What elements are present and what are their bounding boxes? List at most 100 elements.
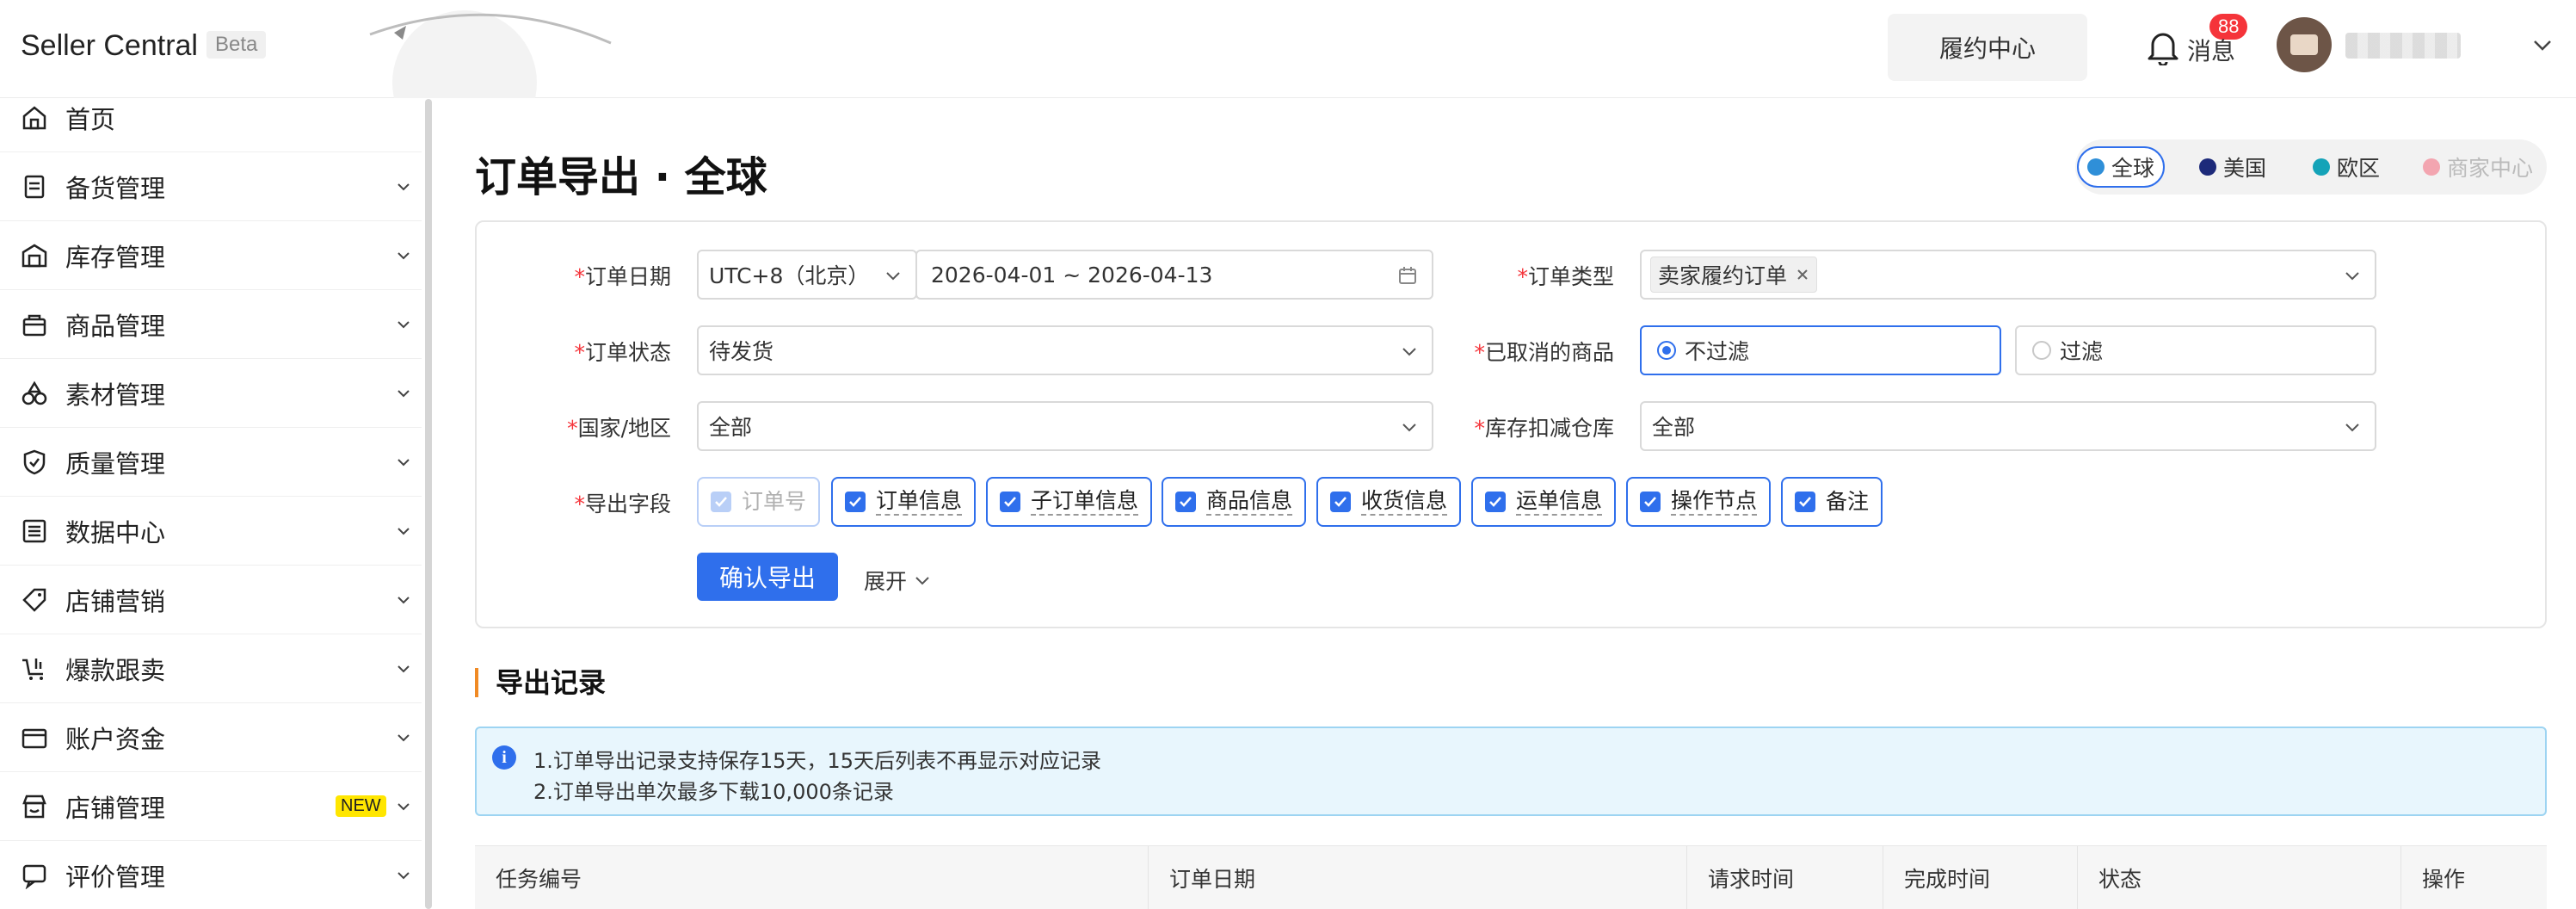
chevron-down-icon[interactable] [2531, 34, 2554, 57]
export-field-checkbox[interactable]: 操作节点 [1626, 477, 1772, 527]
sidebar: 首页 备货管理 库存管理 商品管理 素材管理 质量管理 数据中心 店铺营销 爆款… [0, 99, 434, 909]
store-icon [22, 795, 46, 818]
export-field-checkbox[interactable]: 备注 [1781, 477, 1883, 527]
order-status-value: 待发货 [709, 339, 774, 364]
export-field-checkbox[interactable]: 商品信息 [1162, 477, 1307, 527]
export-field-checkbox[interactable]: 子订单信息 [986, 477, 1153, 527]
info-notice: i 1.订单导出记录支持保存15天，15天后列表不再显示对应记录 2.订单导出单… [475, 727, 2547, 816]
confirm-export-button[interactable]: 确认导出 [697, 553, 838, 601]
info-icon: i [492, 745, 516, 770]
checkbox-checked-icon [845, 492, 866, 512]
order-status-select[interactable]: 待发货 [697, 325, 1433, 375]
username-redacted[interactable] [2345, 33, 2461, 59]
warehouse-icon [22, 244, 47, 267]
shield-icon [23, 449, 46, 474]
order-type-tag: 卖家履约订单 [1650, 257, 1818, 293]
checkbox-label: 收货信息 [1361, 488, 1448, 516]
sidebar-item[interactable]: 爆款跟卖 [0, 634, 422, 703]
timezone-value: UTC+8（北京） [709, 263, 870, 288]
sidebar-item-label: 备货管理 [65, 173, 166, 203]
chevron-down-icon [397, 320, 410, 328]
radio-no-filter[interactable]: 不过滤 [1640, 325, 2001, 375]
merchant-icon [2423, 158, 2440, 176]
export-field-checkbox[interactable]: 收货信息 [1316, 477, 1462, 527]
sidebar-item[interactable]: 商品管理 [0, 290, 422, 359]
column-header: 状态 [2077, 846, 2400, 909]
sidebar-item-label: 数据中心 [65, 517, 166, 547]
export-fields-label: *导出字段 [574, 492, 671, 516]
radio-filter[interactable]: 过滤 [2015, 325, 2376, 375]
close-icon[interactable] [1796, 268, 1809, 281]
brand-name[interactable]: Seller Central [21, 29, 198, 63]
sidebar-item[interactable]: 店铺管理 NEW [0, 772, 422, 841]
avatar[interactable] [2277, 17, 2332, 72]
sidebar-item-label: 爆款跟卖 [65, 655, 166, 685]
checkbox-checked-icon [711, 492, 731, 512]
checkbox-checked-icon [1175, 492, 1196, 512]
region-tab-eu[interactable]: 欧区 [2304, 146, 2388, 188]
order-type-label: *订单类型 [1517, 264, 1614, 289]
sidebar-item-label: 店铺管理 [65, 793, 166, 823]
sidebar-item[interactable]: 质量管理 [0, 428, 422, 497]
globe-icon [2087, 158, 2105, 176]
region-tab-us[interactable]: 美国 [2191, 146, 2275, 188]
radio-dot [2032, 341, 2051, 360]
warehouse-label: *库存扣减仓库 [1474, 416, 1614, 441]
tag-icon [22, 588, 46, 612]
radio-label: 过滤 [2060, 339, 2104, 364]
chevron-down-icon [1402, 424, 1416, 432]
export-field-checkbox[interactable]: 订单信息 [831, 477, 977, 527]
date-range-value: 2026-04-01 ~ 2026-04-13 [931, 262, 1213, 288]
chevron-down-icon [397, 527, 410, 535]
box-icon [22, 314, 46, 336]
warehouse-value: 全部 [1652, 415, 1696, 440]
export-field-checkbox[interactable]: 运单信息 [1471, 477, 1617, 527]
sidebar-item[interactable]: 库存管理 [0, 221, 422, 290]
cancelled-goods-label: *已取消的商品 [1474, 340, 1614, 365]
warehouse-select[interactable]: 全部 [1640, 401, 2376, 451]
checkbox-label: 备注 [1826, 489, 1870, 514]
sidebar-item[interactable]: 评价管理 [0, 841, 422, 909]
radio-dot [1657, 341, 1676, 360]
sidebar-item[interactable]: 首页 [0, 83, 422, 152]
order-status-label: *订单状态 [574, 340, 671, 365]
sidebar-item-label: 素材管理 [65, 380, 166, 410]
expand-toggle[interactable]: 展开 [864, 565, 931, 596]
timezone-select[interactable]: UTC+8（北京） [697, 250, 917, 300]
sidebar-item-label: 首页 [65, 104, 116, 134]
country-value: 全部 [709, 415, 753, 440]
checkbox-checked-icon [1330, 492, 1351, 512]
page-title: 订单导出 · 全球 [475, 153, 767, 201]
us-flag-icon [2199, 158, 2216, 176]
messages-link[interactable]: 消息 [2187, 33, 2235, 67]
checkbox-checked-icon [1000, 492, 1020, 512]
sidebar-item-label: 质量管理 [65, 448, 166, 479]
data-icon [22, 519, 46, 542]
comment-icon [22, 864, 46, 889]
order-type-select[interactable]: 卖家履约订单 [1640, 250, 2376, 300]
sidebar-item[interactable]: 数据中心 [0, 497, 422, 566]
sidebar-item[interactable]: 备货管理 [0, 152, 422, 221]
sidebar-scrollbar[interactable] [425, 99, 432, 909]
checkbox-checked-icon [1485, 492, 1506, 512]
region-tab-merchant[interactable]: 商家中心 [2414, 146, 2542, 188]
date-range-picker[interactable]: 2026-04-01 ~ 2026-04-13 [915, 250, 1433, 300]
column-header: 任务编号 [496, 867, 582, 892]
checkbox-label: 操作节点 [1671, 488, 1758, 516]
column-header: 请求时间 [1686, 846, 1883, 909]
checkbox-label: 运单信息 [1516, 488, 1603, 516]
sidebar-item-label: 评价管理 [65, 862, 166, 892]
region-label: 商家中心 [2447, 156, 2534, 181]
sidebar-item[interactable]: 账户资金 [0, 703, 422, 772]
fulfillment-center-button[interactable]: 履约中心 [1888, 14, 2087, 81]
country-select[interactable]: 全部 [697, 401, 1433, 451]
export-field-checkbox: 订单号 [697, 477, 821, 527]
order-date-label: *订单日期 [574, 264, 671, 289]
sidebar-item-label: 库存管理 [65, 242, 166, 272]
sidebar-item[interactable]: 素材管理 [0, 359, 422, 428]
wallet-icon [22, 728, 47, 748]
chevron-down-icon [915, 577, 929, 585]
bell-icon[interactable] [2146, 28, 2180, 65]
region-tab-global[interactable]: 全球 [2077, 146, 2166, 188]
sidebar-item[interactable]: 店铺营销 [0, 566, 422, 634]
